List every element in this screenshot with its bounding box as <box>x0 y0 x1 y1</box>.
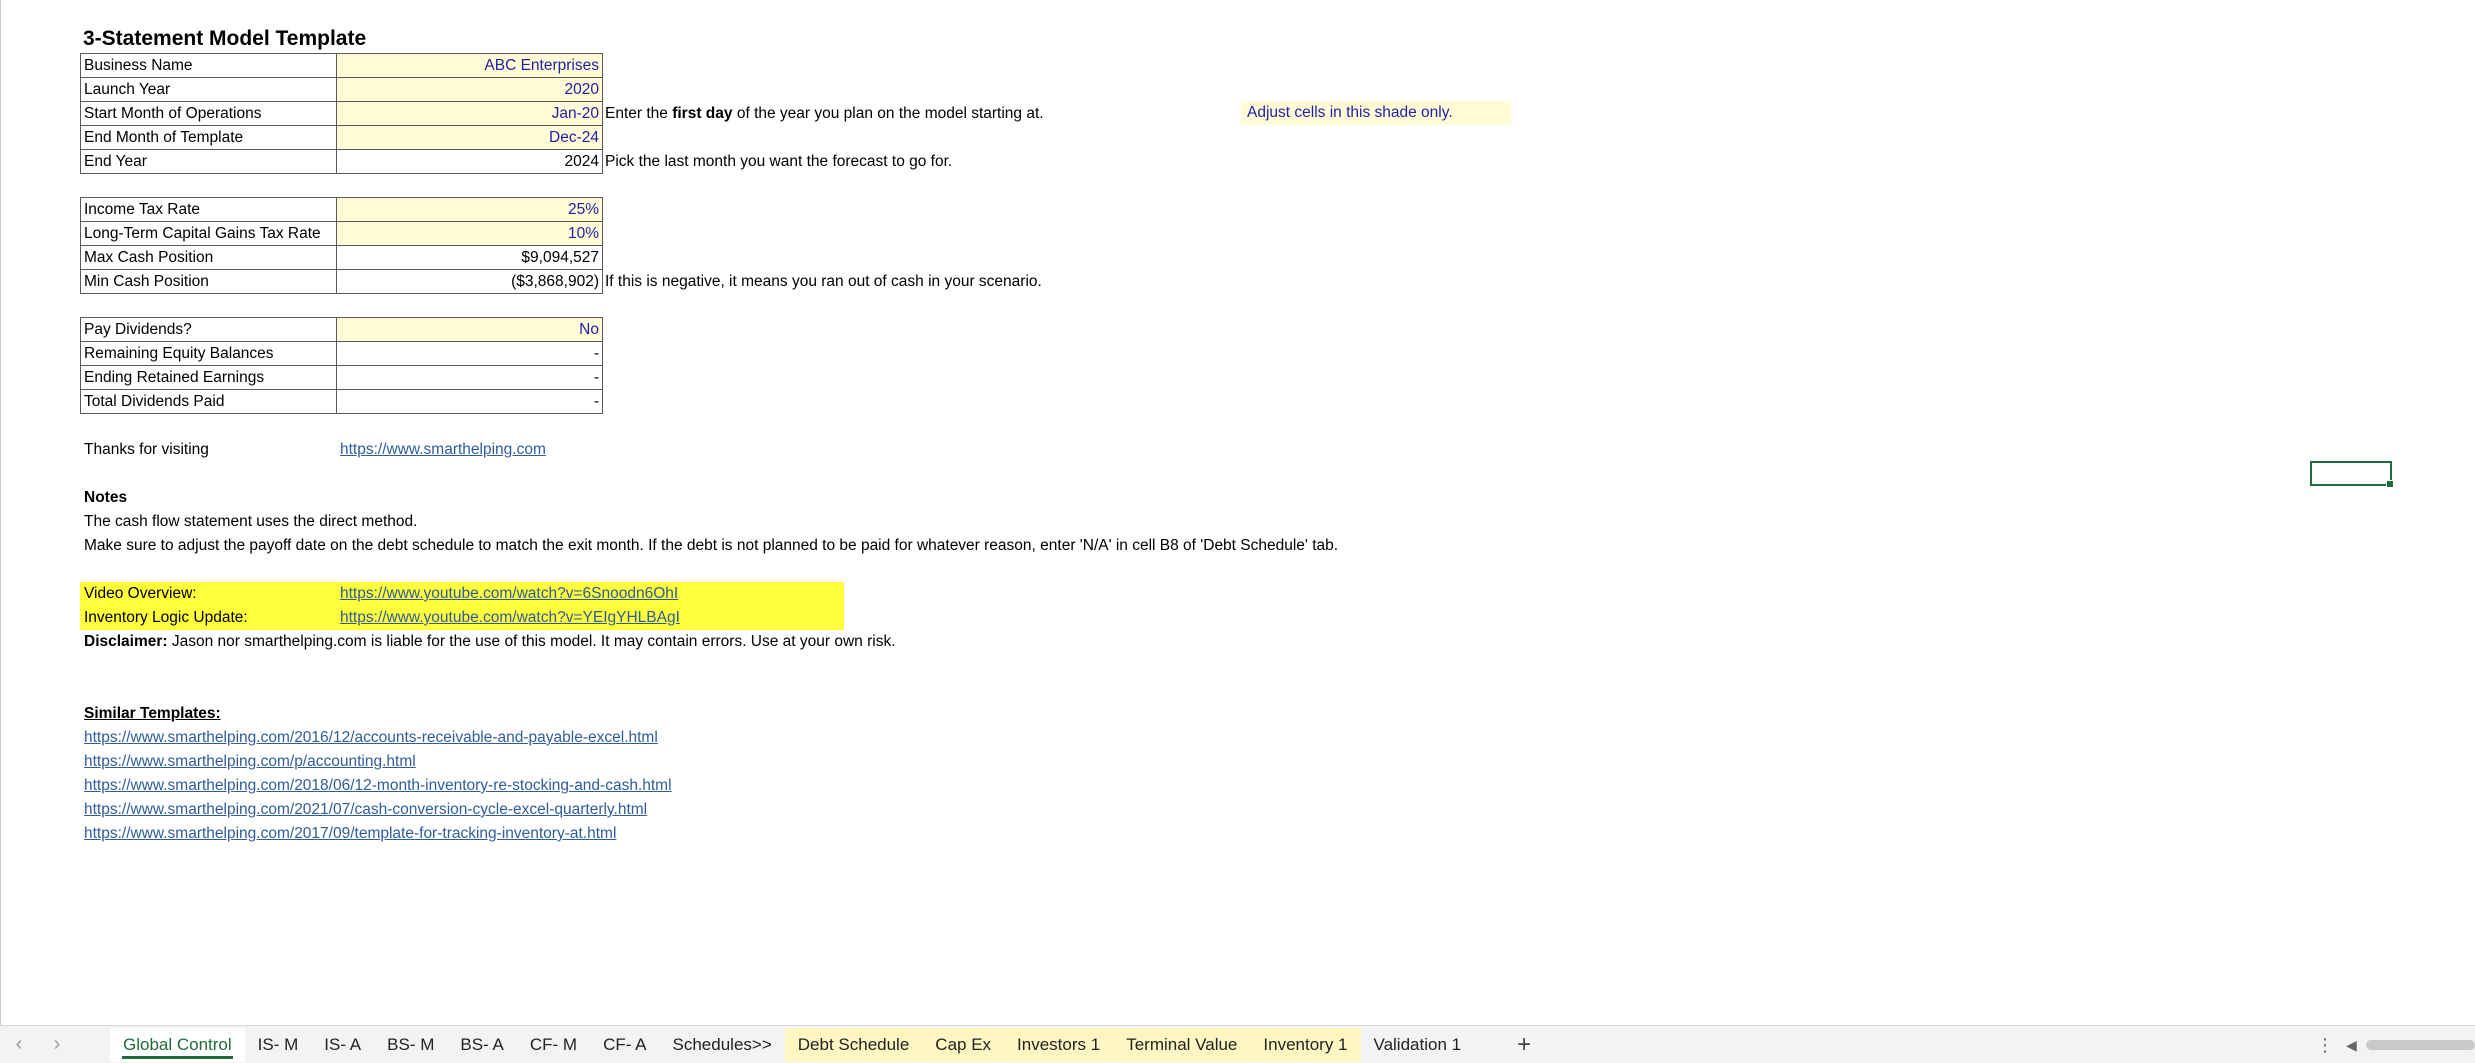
tax-cash-table: Income Tax Rate 25% Long-Term Capital Gain… <box>80 197 603 294</box>
active-cell-cursor[interactable] <box>2310 461 2394 488</box>
setup-row: End Month of Template Dec-24 <box>80 125 603 150</box>
tab-terminal-value[interactable]: Terminal Value <box>1113 1027 1251 1062</box>
setup-value-cell[interactable]: 2020 <box>336 77 603 102</box>
tax-cash-value-cell[interactable]: $9,094,527 <box>336 245 603 270</box>
tax-cash-label-cell[interactable]: Long-Term Capital Gains Tax Rate <box>80 221 337 246</box>
dividends-table: Pay Dividends? No Remaining Equity Balance… <box>80 317 603 414</box>
inventory-update-link[interactable]: https://www.youtube.com/watch?v=YEIgYHLB… <box>340 606 680 630</box>
setup-row: Launch Year 2020 <box>80 77 603 102</box>
setup-label-cell[interactable]: Business Name <box>80 53 337 78</box>
tax-cash-value-cell[interactable]: 25% <box>336 197 603 222</box>
dividends-label-cell[interactable]: Remaining Equity Balances <box>80 341 337 366</box>
thanks-label: Thanks for visiting <box>84 441 209 458</box>
tab-investors-1[interactable]: Investors 1 <box>1004 1027 1114 1062</box>
setup-note: Enter the first day of the year you plan… <box>605 102 1044 126</box>
setup-note-part: of the year you plan on the model starti… <box>732 105 1044 122</box>
horizontal-scrollbar[interactable] <box>2366 1040 2475 1050</box>
similar-template-link[interactable]: https://www.smarthelping.com/p/accountin… <box>84 750 416 774</box>
tax-cash-value-cell[interactable]: ($3,868,902) <box>336 269 603 294</box>
dividends-row: Pay Dividends? No <box>80 317 603 342</box>
tab-is-a[interactable]: IS- A <box>311 1028 374 1062</box>
grid-left-edge <box>0 0 1 1025</box>
sheet-tabs: Global Control IS- M IS- A BS- M BS- A CF- MC… <box>110 1026 1474 1063</box>
setup-row: End Year 2024 <box>80 149 603 174</box>
tax-cash-row: Long-Term Capital Gains Tax Rate 10% <box>80 221 603 246</box>
tax-cash-value-cell[interactable]: 10% <box>336 221 603 246</box>
dividends-label-cell[interactable]: Ending Retained Earnings <box>80 365 337 390</box>
worksheet-grid[interactable]: 3-Statement Model Template Business Name… <box>0 0 2475 1025</box>
tax-cash-label-cell[interactable]: Min Cash Position <box>80 269 337 294</box>
more-options-icon[interactable]: ⋮ <box>2316 1026 2334 1063</box>
tab-scroll-prev-icon[interactable]: ‹ <box>0 1026 38 1063</box>
notes-line-2: Make sure to adjust the payoff date on t… <box>84 537 1339 554</box>
tax-cash-row: Income Tax Rate 25% <box>80 197 603 222</box>
setup-label-cell[interactable]: End Month of Template <box>80 125 337 150</box>
tax-cash-row: Max Cash Position $9,094,527 <box>80 245 603 270</box>
setup-label-cell[interactable]: Launch Year <box>80 77 337 102</box>
dividends-row: Total Dividends Paid - <box>80 389 603 414</box>
tab-bs-a[interactable]: BS- A <box>447 1028 516 1062</box>
setup-row: Start Month of Operations Jan-20 <box>80 101 603 126</box>
setup-row: Business Name ABC Enterprises <box>80 53 603 78</box>
setup-label-cell[interactable]: End Year <box>80 149 337 174</box>
tab-inventory-1[interactable]: Inventory 1 <box>1250 1027 1361 1062</box>
video-overview-label: Video Overview: <box>84 585 197 602</box>
smarthelping-link[interactable]: https://www.smarthelping.com <box>340 438 546 462</box>
tab-debt-schedule[interactable]: Debt Schedule <box>784 1027 923 1062</box>
min-cash-note: If this is negative, it means you ran ou… <box>605 273 1042 290</box>
setup-note-part: Pick the last month you want the forecas… <box>605 153 953 170</box>
tax-cash-row: Min Cash Position ($3,868,902) <box>80 269 603 294</box>
tab-scroll-next-icon[interactable]: › <box>38 1026 76 1063</box>
similar-template-link[interactable]: https://www.smarthelping.com/2021/07/cas… <box>84 798 647 822</box>
setup-table: Business Name ABC Enterprises Launch Year 2… <box>80 53 603 174</box>
setup-value-cell[interactable]: ABC Enterprises <box>336 53 603 78</box>
add-sheet-icon[interactable]: + <box>1498 1028 1550 1062</box>
setup-note-part: first day <box>672 105 733 122</box>
tax-cash-label-cell[interactable]: Max Cash Position <box>80 245 337 270</box>
tab-cf-a[interactable]: CF- A <box>590 1028 659 1062</box>
tab-cf-m[interactable]: CF- M <box>517 1028 590 1062</box>
dividends-value-cell[interactable]: - <box>336 365 603 390</box>
tab-cap-ex[interactable]: Cap Ex <box>922 1027 1005 1062</box>
video-overview-link[interactable]: https://www.youtube.com/watch?v=6Snoodn6… <box>340 582 678 606</box>
setup-value-cell[interactable]: Jan-20 <box>336 101 603 126</box>
scroll-left-icon[interactable]: ◀ <box>2346 1026 2357 1063</box>
similar-template-link[interactable]: https://www.smarthelping.com/2016/12/acc… <box>84 726 658 750</box>
notes-heading: Notes <box>84 489 128 506</box>
tab-is-m[interactable]: IS- M <box>245 1028 312 1062</box>
dividends-value-cell[interactable]: - <box>336 389 603 414</box>
dividends-label-cell[interactable]: Pay Dividends? <box>80 317 337 342</box>
page-title: 3-Statement Model Template <box>83 27 367 50</box>
disclaimer-text: Jason nor smarthelping.com is liable for… <box>167 633 896 650</box>
setup-note: Pick the last month you want the forecas… <box>605 150 952 174</box>
dividends-label-cell[interactable]: Total Dividends Paid <box>80 389 337 414</box>
sheet-tab-bar: ‹ › Global Control IS- M IS- A BS- M BS- A CF… <box>0 1025 2475 1063</box>
inventory-update-label: Inventory Logic Update: <box>84 609 248 626</box>
tab-validation-1[interactable]: Validation 1 <box>1361 1028 1475 1062</box>
disclaimer-label: Disclaimer: <box>84 633 168 650</box>
setup-label-cell[interactable]: Start Month of Operations <box>80 101 337 126</box>
tab-global-control[interactable]: Global Control <box>110 1027 245 1062</box>
tab-schedules[interactable]: Schedules>> <box>660 1028 785 1062</box>
similar-template-link[interactable]: https://www.smarthelping.com/2018/06/12-… <box>84 774 672 798</box>
setup-value-cell[interactable]: Dec-24 <box>336 125 603 150</box>
tax-cash-label-cell[interactable]: Income Tax Rate <box>80 197 337 222</box>
disclaimer: Disclaimer: Jason nor smarthelping.com i… <box>84 630 896 654</box>
tab-bs-m[interactable]: BS- M <box>374 1028 447 1062</box>
dividends-value-cell[interactable]: No <box>336 317 603 342</box>
dividends-row: Ending Retained Earnings - <box>80 365 603 390</box>
setup-note-part: Enter the <box>605 105 673 122</box>
notes-line-1: The cash flow statement uses the direct … <box>84 513 418 530</box>
dividends-row: Remaining Equity Balances - <box>80 341 603 366</box>
similar-templates-heading: Similar Templates: <box>84 705 221 722</box>
similar-template-link[interactable]: https://www.smarthelping.com/2017/09/tem… <box>84 822 616 846</box>
shade-legend: Adjust cells in this shade only. <box>1241 101 1511 125</box>
dividends-value-cell[interactable]: - <box>336 341 603 366</box>
setup-value-cell[interactable]: 2024 <box>336 149 603 174</box>
